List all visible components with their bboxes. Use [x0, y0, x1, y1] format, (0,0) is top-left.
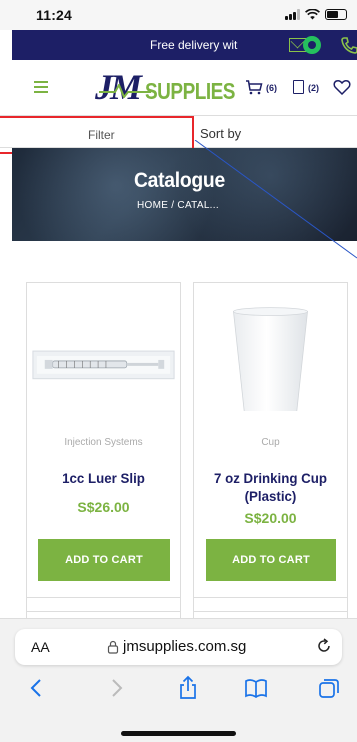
- status-icons: [285, 9, 347, 20]
- promo-text: Free delivery wit: [150, 38, 238, 52]
- bookmarks-icon[interactable]: [243, 675, 269, 701]
- promo-bar: Free delivery wit: [12, 30, 357, 60]
- whatsapp-icon[interactable]: [303, 36, 321, 54]
- cart-count[interactable]: (6): [266, 83, 277, 93]
- status-bar: 11:24: [0, 0, 357, 30]
- home-indicator[interactable]: [121, 731, 236, 736]
- browser-nav-row: [0, 675, 357, 705]
- product-category[interactable]: Injection Systems: [27, 437, 180, 448]
- text-size-button[interactable]: AA: [31, 639, 50, 655]
- status-time: 11:24: [36, 7, 73, 23]
- document-icon[interactable]: [293, 80, 304, 94]
- hamburger-icon[interactable]: [34, 81, 48, 93]
- add-to-cart-button[interactable]: ADD TO CART: [206, 539, 336, 581]
- product-category[interactable]: Cup: [194, 437, 347, 448]
- lock-icon: [107, 640, 119, 654]
- page-title: Catalogue: [134, 169, 225, 192]
- filter-label: Filter: [88, 128, 115, 142]
- site-logo[interactable]: JM SUPPLIES: [95, 68, 235, 106]
- site-header: JM SUPPLIES (6) (2): [0, 60, 357, 115]
- signal-icon: [285, 9, 300, 20]
- catalogue-banner: Catalogue HOME / CATAL...: [12, 148, 357, 241]
- logo-pulse-icon: [99, 84, 151, 98]
- back-icon[interactable]: [24, 675, 50, 701]
- wifi-icon: [305, 9, 320, 20]
- product-image-cup[interactable]: [194, 301, 347, 411]
- reload-icon[interactable]: [316, 638, 332, 654]
- quote-count[interactable]: (2): [308, 83, 319, 93]
- battery-icon: [325, 9, 347, 20]
- logo-supplies: SUPPLIES: [145, 80, 235, 106]
- product-price: S$26.00: [77, 499, 130, 515]
- product-image-syringe[interactable]: [27, 301, 180, 411]
- forward-icon[interactable]: [103, 675, 129, 701]
- filter-sort-bar: Filter Sort by: [0, 115, 357, 154]
- address-bar[interactable]: AA jmsupplies.com.sg: [15, 629, 342, 665]
- browser-toolbar: AA jmsupplies.com.sg: [0, 618, 357, 742]
- url-text[interactable]: jmsupplies.com.sg: [123, 638, 246, 655]
- heart-icon[interactable]: [333, 79, 351, 95]
- tabs-icon[interactable]: [316, 675, 342, 701]
- phone-icon[interactable]: [339, 36, 357, 54]
- product-name[interactable]: 1cc Luer Slip: [31, 469, 176, 487]
- breadcrumb[interactable]: HOME / CATAL...: [137, 200, 219, 211]
- product-name[interactable]: 7 oz Drinking Cup (Plastic): [198, 469, 343, 505]
- add-to-cart-button[interactable]: ADD TO CART: [38, 539, 170, 581]
- product-card[interactable]: Cup 7 oz Drinking Cup (Plastic) S$20.00 …: [193, 282, 348, 612]
- cart-icon[interactable]: [245, 80, 263, 95]
- sort-by-dropdown[interactable]: Sort by: [200, 126, 241, 141]
- product-card[interactable]: Injection Systems 1cc Luer Slip S$26.00 …: [26, 282, 181, 612]
- product-price: S$20.00: [244, 510, 297, 526]
- share-icon[interactable]: [175, 675, 201, 701]
